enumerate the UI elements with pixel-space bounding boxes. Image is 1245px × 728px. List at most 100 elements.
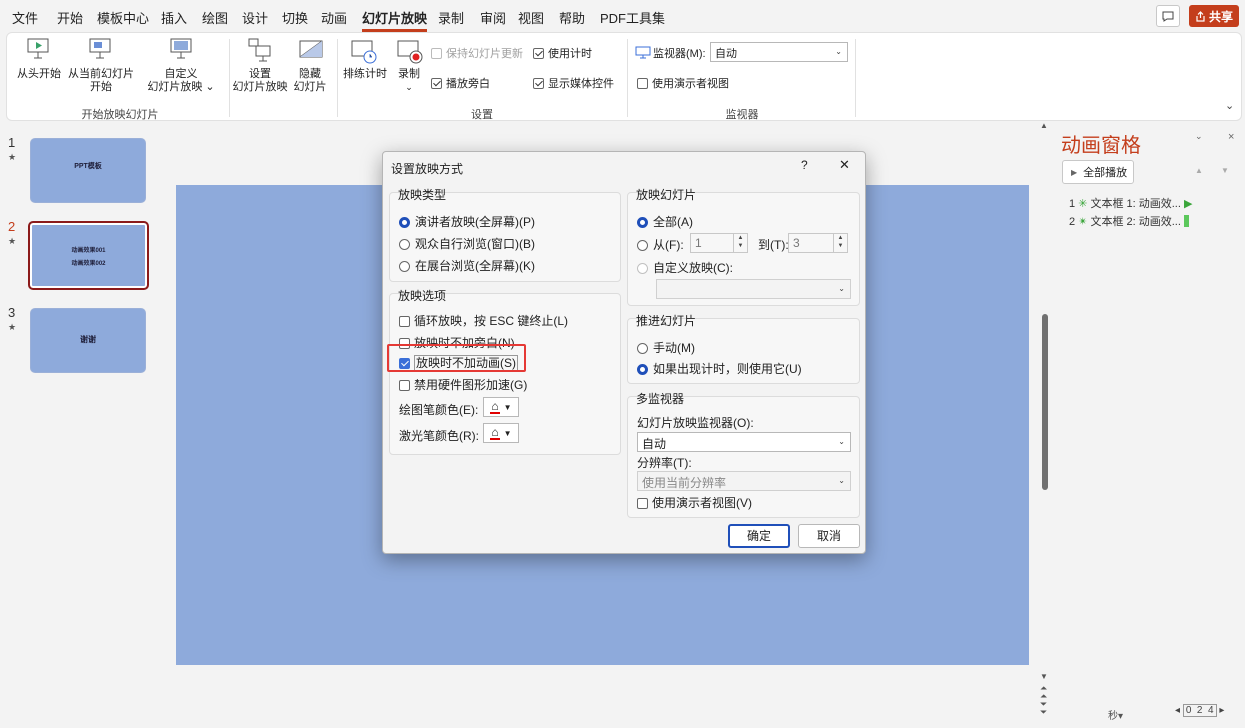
menu-transitions[interactable]: 切换 (282, 8, 308, 27)
presenter-view-checkbox[interactable]: 使用演示者视图 (637, 75, 729, 91)
menu-draw[interactable]: 绘图 (202, 8, 228, 27)
slideshow-monitor-select[interactable]: 自动 ⌄ (637, 432, 851, 452)
move-up-icon[interactable]: ▲ (1195, 166, 1203, 175)
radio-use-timings[interactable]: 如果出现计时，则使用它(U) (637, 360, 802, 377)
advance-slides-group: 推进幻灯片 手动(M) 如果出现计时，则使用它(U) (627, 314, 860, 384)
menu-pdf-tools[interactable]: PDF工具集 (600, 8, 665, 27)
from-slide-input[interactable]: 1 ▲ ▼ (690, 233, 748, 253)
radio-individual[interactable]: 观众自行浏览(窗口)(B) (399, 235, 535, 252)
timeline-scale[interactable]: ◂ 0 2 4 ▸ (1175, 704, 1224, 717)
hide-label-1: 隐藏 (299, 68, 321, 80)
radio-presenter[interactable]: 演讲者放映(全屏幕)(P) (399, 213, 535, 230)
chevron-down-icon: ⌄ (838, 437, 845, 446)
spinner-icon[interactable]: ▲ ▼ (733, 234, 747, 252)
ok-button[interactable]: 确定 (728, 524, 790, 548)
radio-all-slides[interactable]: 全部(A) (637, 213, 693, 230)
checkbox-box (533, 78, 544, 89)
share-button[interactable]: 共享 (1189, 5, 1239, 27)
use-timings-checkbox[interactable]: 使用计时 (533, 45, 592, 61)
monitor-select-value: 自动 (715, 48, 737, 60)
cancel-button[interactable]: 取消 (798, 524, 860, 548)
menu-templates[interactable]: 模板中心 (97, 8, 149, 27)
custom-show-button[interactable]: 自定义 幻灯片放映 ⌄ (145, 68, 217, 94)
pane-options-icon[interactable]: ⌄ (1195, 131, 1203, 142)
spinner-icon[interactable]: ▲ ▼ (833, 234, 847, 252)
seconds-dropdown[interactable]: 秒▾ (1108, 707, 1123, 722)
menu-review[interactable]: 审阅 (480, 8, 506, 27)
show-media-controls-checkbox[interactable]: 显示媒体控件 (533, 75, 614, 91)
rehearse-timings-button[interactable]: 排练计时 (341, 68, 389, 81)
slide-thumbnail-3[interactable]: 谢谢 (30, 308, 146, 373)
custom-show-select[interactable]: ⌄ (656, 279, 851, 299)
rehearse-timings-icon (351, 40, 377, 64)
no-hw-accel-checkbox[interactable]: 禁用硬件图形加速(G) (399, 376, 527, 393)
radio-circle (637, 263, 648, 274)
resolution-select[interactable]: 使用当前分辨率 ⌄ (637, 471, 851, 491)
radio-label: 演讲者放映(全屏幕)(P) (415, 215, 535, 229)
menu-record[interactable]: 录制 (438, 8, 464, 27)
radio-kiosk[interactable]: 在展台浏览(全屏幕)(K) (399, 257, 535, 274)
appear-effect-icon: ✳ (1078, 198, 1088, 210)
next-slide-icon[interactable]: ⏷ ⏷ (1040, 700, 1047, 717)
comment-icon (1162, 11, 1174, 22)
laser-color-button[interactable]: ⌂ ▼ (483, 423, 519, 443)
scroll-up-icon[interactable]: ▲ (1040, 121, 1048, 130)
radio-manual[interactable]: 手动(M) (637, 339, 695, 356)
paint-bucket-icon: ⌂ (490, 398, 500, 414)
close-button[interactable]: ✕ (839, 157, 850, 173)
chevron-down-icon: ⌄ (838, 476, 845, 485)
advance-title: 推进幻灯片 (636, 314, 697, 328)
close-icon[interactable]: × (1228, 131, 1234, 143)
radio-circle (399, 261, 410, 272)
menu-design[interactable]: 设计 (242, 8, 268, 27)
scroll-down-icon[interactable]: ▼ (1040, 672, 1048, 681)
move-down-icon[interactable]: ▼ (1221, 166, 1229, 175)
show-options-title: 放映选项 (398, 289, 447, 303)
menu-slideshow[interactable]: 幻灯片放映 (362, 8, 428, 32)
hide-slide-button[interactable]: 隐藏 幻灯片 (291, 68, 329, 94)
slide-thumbnail-1[interactable]: PPT模板 (30, 138, 146, 203)
share-icon (1196, 10, 1205, 22)
radio-custom-show[interactable]: 自定义放映(C): (637, 259, 733, 276)
play-narrations-checkbox[interactable]: 播放旁白 (431, 75, 490, 91)
menu-animations[interactable]: 动画 (321, 8, 347, 27)
menu-help[interactable]: 帮助 (559, 8, 585, 27)
vertical-scrollbar-thumb[interactable] (1042, 314, 1048, 490)
radio-label: 手动(M) (653, 341, 695, 355)
from-start-icon (27, 38, 49, 59)
record-button[interactable]: 录制 ⌄ (393, 68, 425, 94)
use-presenter-view-checkbox[interactable]: 使用演示者视图(V) (637, 494, 752, 511)
menu-insert[interactable]: 插入 (161, 8, 187, 27)
animation-star-icon: ★ (8, 152, 17, 162)
animation-item-1[interactable]: 1 ✳ 文本框 1: 动画效... ▶ (1069, 195, 1192, 211)
monitor-icon (635, 46, 651, 59)
setup-show-button[interactable]: 设置 幻灯片放映 (231, 68, 289, 94)
animation-star-icon: ★ (8, 322, 17, 332)
use-timings-label: 使用计时 (548, 48, 592, 60)
radio-from[interactable]: 从(F): (637, 236, 684, 253)
from-current-button[interactable]: 从当前幻灯片 开始 (65, 68, 137, 94)
slide-thumbnail-2[interactable]: 动画效果001 动画效果002 (28, 221, 149, 290)
comment-button[interactable] (1156, 5, 1180, 27)
animation-item-2[interactable]: 2 ✴ 文本框 2: 动画效... (1069, 213, 1189, 229)
laser-color-label: 激光笔颜色(R): (399, 429, 479, 443)
thumb-number: 1 (8, 135, 16, 150)
custom-label-2: 幻灯片放映 ⌄ (147, 81, 215, 93)
menu-home[interactable]: 开始 (57, 8, 83, 27)
loop-checkbox[interactable]: 循环放映，按 ESC 键终止(L) (399, 312, 568, 329)
ribbon-collapse-icon[interactable]: ⌄ (1225, 99, 1234, 112)
thumb-number: 3 (8, 305, 16, 320)
to-slide-input[interactable]: 3 ▲ ▼ (788, 233, 848, 253)
menu-view[interactable]: 视图 (518, 8, 544, 27)
radio-label: 自定义放映(C): (653, 261, 733, 275)
monitor-select[interactable]: 自动 ⌄ (710, 42, 848, 62)
help-button[interactable]: ? (801, 158, 808, 172)
prev-slide-icon[interactable]: ⏶ ⏶ (1040, 684, 1047, 701)
checkbox-label: 使用演示者视图(V) (652, 496, 752, 510)
keep-updated-checkbox[interactable]: 保持幻灯片更新 (431, 45, 523, 61)
menu-file[interactable]: 文件 (12, 8, 38, 27)
play-all-button[interactable]: ▶ 全部播放 (1062, 160, 1134, 184)
from-start-button[interactable]: 从头开始 (15, 68, 63, 81)
ribbon-separator (855, 39, 856, 117)
pen-color-button[interactable]: ⌂ ▼ (483, 397, 519, 417)
